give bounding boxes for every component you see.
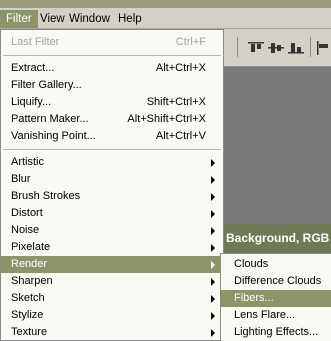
- align-bottom-icon[interactable]: [288, 41, 304, 55]
- menu-item-label: Distort: [11, 207, 43, 219]
- menu-item-label: Brush Strokes: [11, 190, 81, 202]
- submenu-item-lens-flare[interactable]: Lens Flare...: [221, 307, 331, 324]
- render-submenu: Clouds Difference Clouds Fibers... Lens …: [220, 253, 331, 341]
- menu-item-noise[interactable]: Noise: [1, 222, 223, 239]
- menu-item-sketch[interactable]: Sketch: [1, 290, 223, 307]
- menu-item-sharpen[interactable]: Sharpen: [1, 273, 223, 290]
- filter-menu-dropdown: Last Filter Ctrl+F Extract... Alt+Ctrl+X…: [0, 29, 224, 341]
- menu-separator: [3, 149, 221, 150]
- menu-item-filter-gallery[interactable]: Filter Gallery...: [1, 77, 223, 94]
- submenu-item-clouds[interactable]: Clouds: [221, 256, 331, 273]
- submenu-arrow-icon: [211, 176, 215, 184]
- menu-item-artistic[interactable]: Artistic: [1, 154, 223, 171]
- menu-item-label: Filter Gallery...: [11, 79, 82, 91]
- submenu-arrow-icon: [211, 329, 215, 337]
- menu-item-last-filter: Last Filter Ctrl+F: [1, 34, 223, 51]
- document-title-bar[interactable]: Background, RGB: [224, 224, 331, 253]
- options-toolbar: [224, 29, 331, 67]
- menu-window[interactable]: Window: [63, 10, 116, 28]
- menu-item-shortcut: Alt+Ctrl+V: [155, 130, 206, 142]
- menu-item-shortcut: Ctrl+F: [175, 36, 206, 48]
- menu-item-label: Pattern Maker...: [11, 113, 89, 125]
- menu-item-distort[interactable]: Distort: [1, 205, 223, 222]
- menu-item-pixelate[interactable]: Pixelate: [1, 239, 223, 256]
- menu-bar-top-strip: [0, 0, 331, 8]
- menu-item-label: Texture: [11, 326, 48, 338]
- menu-item-label: Stylize: [11, 309, 44, 321]
- toolbar-separator: [237, 37, 238, 57]
- menu-item-label: Render: [11, 258, 48, 270]
- menu-item-extract[interactable]: Extract... Alt+Ctrl+X: [1, 60, 223, 77]
- submenu-item-difference-clouds[interactable]: Difference Clouds: [221, 273, 331, 290]
- submenu-item-lighting-effects[interactable]: Lighting Effects...: [221, 324, 331, 341]
- submenu-arrow-icon: [211, 278, 215, 286]
- menu-filter[interactable]: Filter: [0, 10, 38, 28]
- toolbar-separator: [310, 37, 311, 57]
- menu-item-stylize[interactable]: Stylize: [1, 307, 223, 324]
- menu-help[interactable]: Help: [112, 10, 148, 28]
- submenu-arrow-icon: [211, 295, 215, 303]
- menu-item-texture[interactable]: Texture: [1, 324, 223, 341]
- menu-item-shortcut: Alt+Ctrl+X: [155, 62, 206, 74]
- submenu-arrow-icon: [211, 227, 215, 235]
- menu-bar: Filter View Window Help: [0, 0, 331, 29]
- menu-item-label: Last Filter: [11, 36, 60, 48]
- menu-item-label: Vanishing Point...: [11, 130, 96, 142]
- menu-item-label: Blur: [11, 173, 31, 185]
- menu-item-label: Pixelate: [11, 241, 51, 253]
- menu-item-shortcut: Shift+Ctrl+X: [146, 96, 206, 108]
- menu-item-blur[interactable]: Blur: [1, 171, 223, 188]
- submenu-arrow-icon: [211, 210, 215, 218]
- submenu-item-fibers[interactable]: Fibers...: [221, 290, 331, 307]
- menu-item-label: Extract...: [11, 62, 55, 74]
- menu-item-label: Liquify...: [11, 96, 52, 108]
- submenu-arrow-icon: [211, 244, 215, 252]
- submenu-arrow-icon: [211, 159, 215, 167]
- menu-item-liquify[interactable]: Liquify... Shift+Ctrl+X: [1, 94, 223, 111]
- menu-item-shortcut: Alt+Shift+Ctrl+X: [127, 113, 206, 125]
- submenu-arrow-icon: [211, 193, 215, 201]
- menu-item-label: Noise: [11, 224, 40, 236]
- menu-item-render[interactable]: Render: [1, 256, 223, 273]
- workspace-canvas-area: [224, 67, 331, 221]
- menu-separator: [3, 55, 221, 56]
- menu-item-pattern-maker[interactable]: Pattern Maker... Alt+Shift+Ctrl+X: [1, 111, 223, 128]
- align-top-icon[interactable]: [248, 41, 264, 55]
- align-left-icon[interactable]: [316, 41, 331, 55]
- menu-item-label: Sketch: [11, 292, 45, 304]
- menu-item-vanishing-point[interactable]: Vanishing Point... Alt+Ctrl+V: [1, 128, 223, 145]
- submenu-arrow-icon: [211, 312, 215, 320]
- menu-item-label: Artistic: [11, 156, 44, 168]
- align-vertical-center-icon[interactable]: [268, 41, 284, 55]
- menu-item-label: Sharpen: [11, 275, 53, 287]
- menu-item-brush-strokes[interactable]: Brush Strokes: [1, 188, 223, 205]
- submenu-arrow-icon: [211, 261, 215, 269]
